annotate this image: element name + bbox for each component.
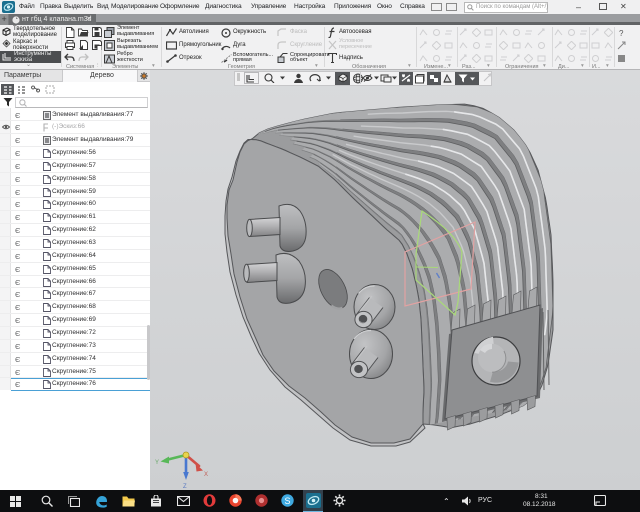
svg-text:Y: Y	[155, 460, 159, 466]
svg-text:X: X	[204, 472, 208, 478]
svg-text:?: ?	[619, 29, 624, 38]
svg-text:S: S	[285, 496, 291, 506]
